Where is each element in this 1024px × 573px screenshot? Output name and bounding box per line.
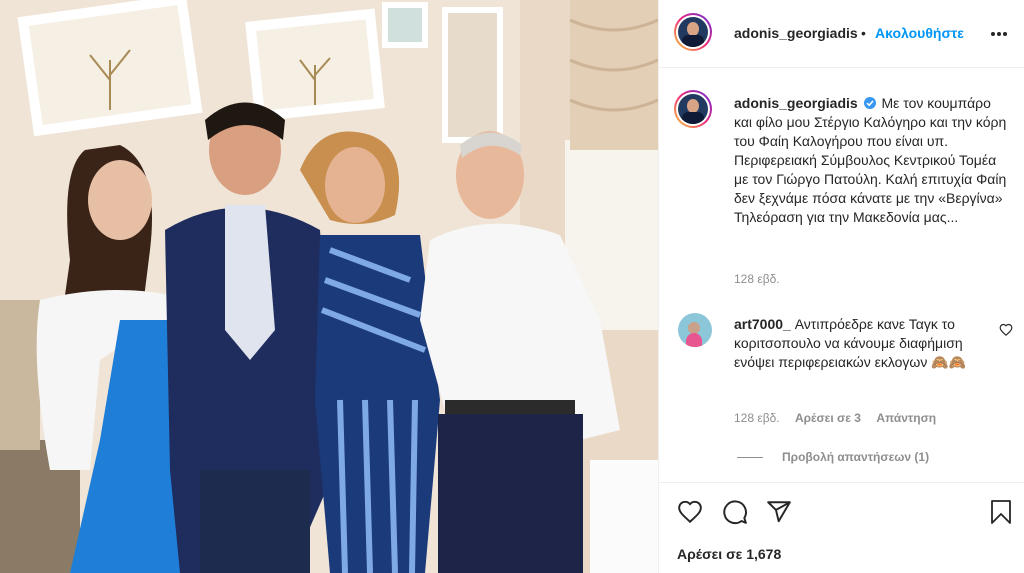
commenter-username[interactable]: art7000_ bbox=[734, 316, 791, 332]
caption-time[interactable]: 128 εβδ. bbox=[734, 272, 780, 286]
comment-body: art7000_ Αντιπρόεδρε κανε Ταγκ το κοριτσ… bbox=[734, 315, 979, 372]
share-icon[interactable] bbox=[766, 499, 792, 525]
post-actions-bar: Αρέσει σε 1,678 bbox=[659, 482, 1024, 573]
post-image bbox=[0, 0, 658, 573]
post-side-panel: adonis_georgiadis • Ακολουθήστε adonis_g… bbox=[658, 0, 1024, 573]
caption-text: Με τον κουμπάρο και φίλο μου Στέργιο Καλ… bbox=[734, 95, 1007, 225]
comment-icon[interactable] bbox=[722, 499, 748, 525]
comment-meta: 128 εβδ. Αρέσει σε 3 Απάντηση bbox=[734, 411, 936, 425]
comment-item: art7000_ Αντιπρόεδρε κανε Ταγκ το κοριτσ… bbox=[659, 305, 1024, 465]
post-header: adonis_georgiadis • Ακολουθήστε bbox=[659, 0, 1024, 68]
header-separator: • bbox=[861, 25, 866, 41]
comment-likes[interactable]: Αρέσει σε 3 bbox=[795, 411, 861, 425]
commenter-avatar[interactable] bbox=[678, 313, 712, 347]
author-username[interactable]: adonis_georgiadis bbox=[734, 25, 858, 41]
more-options-icon[interactable] bbox=[989, 26, 1009, 42]
small-heart-icon[interactable] bbox=[999, 323, 1013, 337]
post-photo[interactable] bbox=[0, 0, 658, 573]
likes-count[interactable]: Αρέσει σε 1,678 bbox=[677, 546, 781, 562]
comment-reply-button[interactable]: Απάντηση bbox=[876, 411, 936, 425]
heart-icon[interactable] bbox=[677, 499, 703, 525]
caption-avatar[interactable] bbox=[674, 90, 712, 128]
bookmark-icon[interactable] bbox=[989, 499, 1013, 525]
author-avatar[interactable] bbox=[674, 13, 712, 51]
verified-badge-icon bbox=[863, 97, 876, 109]
caption-username[interactable]: adonis_georgiadis bbox=[734, 95, 858, 111]
replies-divider bbox=[737, 457, 763, 458]
comment-time[interactable]: 128 εβδ. bbox=[734, 411, 780, 425]
view-replies-button[interactable]: Προβολή απαντήσεων (1) bbox=[782, 450, 929, 464]
follow-button[interactable]: Ακολουθήστε bbox=[875, 25, 964, 41]
caption: adonis_georgiadis Με τον κουμπάρο και φί… bbox=[734, 94, 1009, 227]
